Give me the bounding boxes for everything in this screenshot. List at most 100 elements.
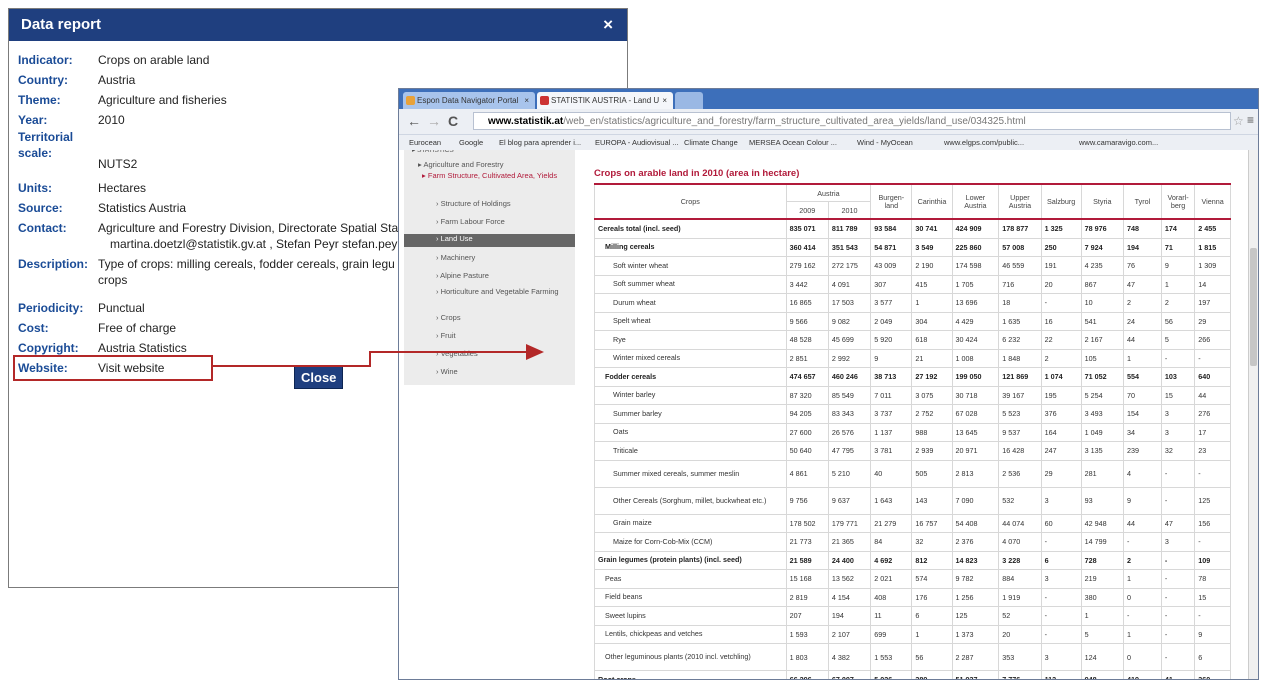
table-cell: 219 — [1080, 569, 1124, 589]
crop-name: Summer barley — [594, 404, 787, 424]
table-cell: 199 050 — [951, 367, 1000, 387]
table-cell: 1 — [1122, 624, 1162, 644]
table-cell: 18 — [998, 293, 1042, 313]
table-cell: 4 861 — [785, 459, 829, 488]
nav-item[interactable]: › Structure of Holdings — [404, 199, 575, 208]
forward-arrow-icon[interactable]: → — [427, 113, 441, 129]
nav-item[interactable]: › Land Use — [404, 234, 575, 247]
table-cell: - — [1160, 550, 1196, 570]
bookmark-item[interactable]: www.camaravigo.com... — [1079, 138, 1158, 147]
table-cell: 7 924 — [1080, 237, 1124, 257]
browser-window: Espon Data Navigator Portal × STATISTIK … — [398, 88, 1259, 680]
scrollbar-thumb[interactable] — [1250, 248, 1257, 366]
tab-close-icon[interactable]: × — [662, 92, 667, 109]
table-cell: 351 543 — [827, 237, 872, 257]
table-cell: 2 — [1040, 348, 1082, 368]
reload-icon[interactable]: C — [448, 113, 458, 129]
browser-navbar: ← → C www.statistik.at/web_en/statistics… — [399, 109, 1258, 135]
table-cell: 11 — [870, 606, 913, 626]
tab-espon[interactable]: Espon Data Navigator Portal × — [403, 92, 535, 109]
field-value: Statistics Austria — [98, 201, 187, 215]
field-value-continued: crops — [98, 273, 128, 287]
table-cell: 250 — [1040, 237, 1082, 257]
table-row: Field beans 2 819 4 154 408 176 1 256 1 919-38… — [594, 587, 1231, 607]
table-cell: 15 — [1160, 385, 1196, 405]
table-cell: 1 643 — [870, 486, 913, 515]
bookmark-item[interactable]: Wind - MyOcean — [857, 138, 913, 147]
table-cell: 125 — [951, 606, 1000, 626]
nav-item[interactable]: › Fruit — [404, 331, 575, 340]
menu-icon[interactable]: ≡ — [1247, 113, 1254, 127]
table-cell: 93 584 — [870, 218, 913, 239]
table-cell: 3 228 — [998, 550, 1042, 570]
table-cell: 10 — [1080, 293, 1124, 313]
nav-item-label: Land Use — [440, 234, 473, 243]
table-cell: 9 — [870, 348, 913, 368]
table-cell: 2 536 — [998, 459, 1042, 488]
page-scrollbar[interactable] — [1248, 150, 1258, 679]
field-label: Copyright: — [18, 341, 79, 355]
table-cell: 9 756 — [785, 486, 829, 515]
dialog-titlebar: Data report × — [9, 9, 627, 41]
table-cell: 225 860 — [951, 237, 1000, 257]
table-cell: 5 523 — [998, 404, 1042, 424]
nav-item[interactable]: › Machinery — [404, 253, 575, 262]
table-cell: 884 — [998, 569, 1042, 589]
table-cell: 3 — [1160, 422, 1196, 442]
table-cell: 16 865 — [785, 293, 829, 313]
table-cell: - — [1160, 587, 1196, 607]
header-region: Salzburg — [1040, 183, 1082, 220]
bookmark-item[interactable]: Eurocean — [409, 138, 441, 147]
nav-item[interactable]: › Farm Labour Force — [404, 217, 575, 226]
nav-item[interactable]: ▸ Statistics — [404, 150, 575, 155]
crop-name: Spelt wheat — [594, 311, 787, 331]
table-cell: 42 948 — [1080, 513, 1124, 533]
table-cell: - — [1194, 348, 1231, 368]
nav-item[interactable]: › Alpine Pasture — [404, 271, 575, 280]
table-row: Durum wheat 16 865 17 503 3 577 1 13 696 18-10… — [594, 293, 1231, 313]
bookmark-item[interactable]: EUROPA - Audiovisual ... — [595, 138, 679, 147]
table-cell: - — [1160, 348, 1196, 368]
table-cell: 1 635 — [998, 311, 1042, 331]
table-cell: 56 — [911, 643, 953, 671]
new-tab-button[interactable] — [675, 92, 703, 109]
tab-statistik[interactable]: STATISTIK AUSTRIA - Land U × — [537, 92, 673, 109]
table-cell: - — [1122, 606, 1162, 626]
table-cell: - — [1160, 459, 1196, 488]
bookmark-item[interactable]: MERSEA Ocean Colour ... — [749, 138, 837, 147]
close-button[interactable]: Close — [294, 366, 344, 389]
table-cell: 276 — [1194, 404, 1231, 424]
table-cell: 2 939 — [911, 441, 953, 461]
bookmark-item[interactable]: www.elgps.com/public... — [944, 138, 1024, 147]
nav-item[interactable]: ▸ Farm Structure, Cultivated Area, Yield… — [404, 171, 575, 193]
table-cell: 1 325 — [1040, 218, 1082, 239]
bookmark-item[interactable]: Climate Change — [684, 138, 738, 147]
star-icon[interactable]: ☆ — [1233, 114, 1244, 128]
table-cell: 67 028 — [951, 404, 1000, 424]
table-cell: - — [1160, 606, 1196, 626]
bookmark-item[interactable]: Google — [459, 138, 483, 147]
table-cell: 109 — [1194, 550, 1231, 570]
bookmarks-bar: Eurocean Google El blog para aprender i...… — [399, 135, 1258, 151]
nav-item[interactable]: ▸ Agriculture and Forestry — [404, 160, 575, 169]
tab-close-icon[interactable]: × — [524, 92, 529, 109]
nav-item[interactable]: › Horticulture and Vegetable Farming — [404, 287, 575, 309]
table-cell: 57 008 — [998, 237, 1042, 257]
table-cell: 3 — [1160, 532, 1196, 552]
nav-item[interactable]: › Crops — [404, 313, 575, 322]
table-cell: 9 — [1194, 624, 1231, 644]
field-value: Agriculture and fisheries — [98, 93, 227, 107]
table-cell: 94 205 — [785, 404, 829, 424]
url-bar[interactable]: www.statistik.at/web_en/statistics/agric… — [473, 112, 1231, 130]
table-cell: 44 — [1122, 330, 1162, 350]
nav-item[interactable]: › Wine — [404, 367, 575, 376]
table-cell: 21 365 — [827, 532, 872, 552]
close-icon[interactable]: × — [603, 9, 613, 41]
bookmark-item[interactable]: El blog para aprender i... — [499, 138, 581, 147]
field-value: Free of charge — [98, 321, 177, 335]
table-cell: 52 — [998, 606, 1042, 626]
back-arrow-icon[interactable]: ← — [407, 113, 421, 129]
table-cell: 27 600 — [785, 422, 829, 442]
table-cell: 47 — [1122, 274, 1162, 294]
nav-item[interactable]: › Vegetables — [404, 349, 575, 358]
